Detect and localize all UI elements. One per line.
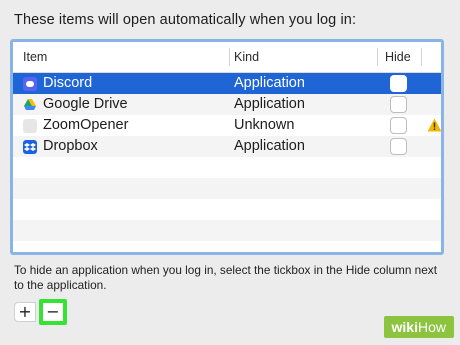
login-items-table[interactable]: Item Kind Hide Discord Application Googl…	[10, 39, 444, 255]
hide-instructions-text: To hide an application when you log in, …	[14, 263, 437, 292]
column-header-item[interactable]: Item	[23, 42, 47, 72]
item-kind: Application	[234, 138, 305, 154]
hide-checkbox-zoomopener[interactable]	[390, 117, 407, 134]
wikihow-watermark: wikiHow	[383, 316, 454, 338]
hide-checkbox-dropbox[interactable]	[390, 138, 407, 155]
table-row-discord[interactable]: Discord Application	[13, 73, 441, 94]
table-row-google-drive[interactable]: Google Drive Application	[13, 94, 441, 115]
dropbox-icon	[23, 139, 37, 154]
item-name: ZoomOpener	[43, 117, 129, 133]
add-login-item-button[interactable]: +	[14, 302, 36, 322]
empty-row	[13, 241, 441, 252]
discord-icon	[23, 76, 37, 91]
google-drive-icon	[23, 98, 37, 112]
table-body: Discord Application Google Drive Applica…	[13, 73, 441, 252]
hide-checkbox-discord[interactable]	[390, 75, 407, 92]
table-row-zoomopener[interactable]: ZoomOpener Unknown	[13, 115, 441, 136]
column-header-kind[interactable]: Kind	[234, 42, 259, 72]
item-name: Google Drive	[43, 96, 128, 112]
item-kind: Unknown	[234, 117, 295, 133]
login-items-heading: These items will open automatically when…	[14, 12, 357, 28]
table-header: Item Kind Hide	[13, 42, 441, 73]
column-divider	[229, 48, 230, 66]
column-header-hide[interactable]: Hide	[385, 42, 411, 72]
watermark-brand: wiki	[391, 319, 418, 335]
empty-row	[13, 220, 441, 241]
column-divider	[421, 48, 422, 66]
blank-app-icon	[23, 118, 37, 133]
remove-login-item-button[interactable]: −	[39, 299, 67, 325]
table-row-dropbox[interactable]: Dropbox Application	[13, 136, 441, 157]
empty-row	[13, 199, 441, 220]
empty-row	[13, 157, 441, 178]
item-name: Discord	[43, 75, 93, 91]
column-divider	[377, 48, 378, 66]
item-kind: Application	[234, 75, 305, 91]
watermark-suffix: How	[417, 319, 446, 335]
hide-checkbox-google-drive[interactable]	[390, 96, 407, 113]
item-name: Dropbox	[43, 138, 98, 154]
item-kind: Application	[234, 96, 305, 112]
empty-row	[13, 178, 441, 199]
